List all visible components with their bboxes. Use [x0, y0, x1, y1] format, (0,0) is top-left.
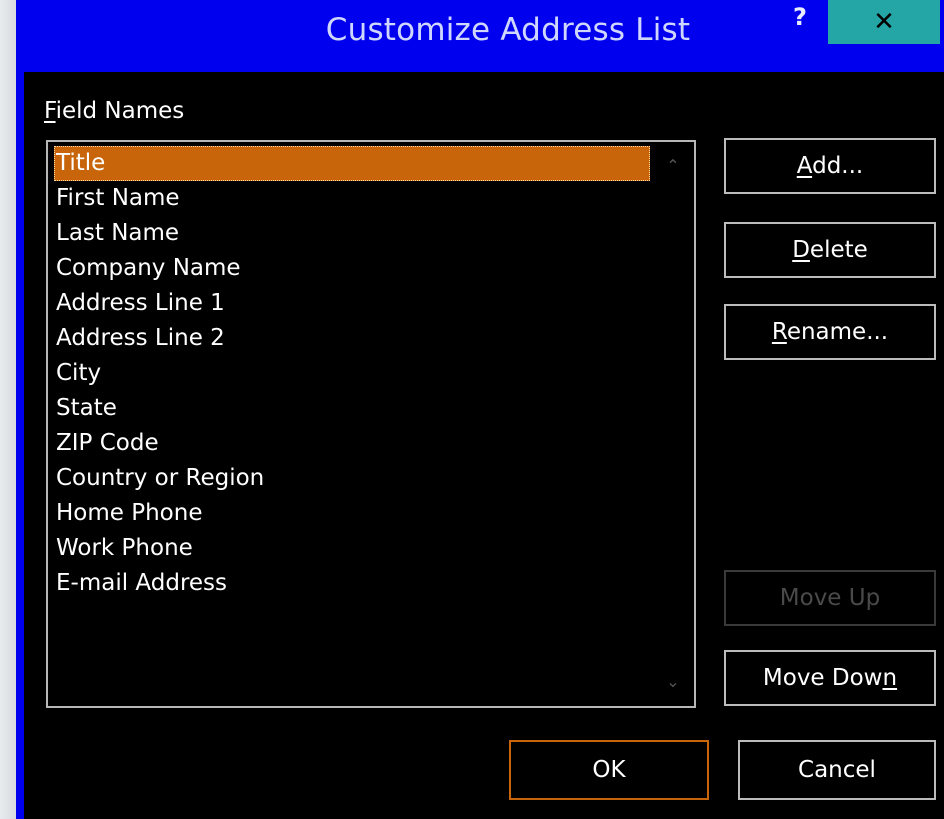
field-names-label: Field Names — [44, 98, 184, 124]
list-item[interactable]: Company Name — [54, 251, 650, 286]
list-item[interactable]: Last Name — [54, 216, 650, 251]
title-bar[interactable]: Customize Address List ? ✕ — [16, 0, 944, 72]
field-names-listbox[interactable]: Title First Name Last Name Company Name Addr… — [46, 140, 696, 708]
delete-label: elete — [809, 237, 868, 263]
dialog-body: Field Names Title First Name Last Name Comp… — [24, 72, 944, 819]
close-button[interactable]: ✕ — [828, 0, 940, 44]
list-item[interactable]: Home Phone — [54, 496, 650, 531]
rename-accel: R — [771, 319, 787, 345]
field-names-accel: F — [44, 98, 56, 124]
chevron-up-icon[interactable]: ⌃ — [662, 156, 684, 176]
rename-label: ename... — [786, 319, 889, 345]
list-item[interactable]: Work Phone — [54, 531, 650, 566]
list-item[interactable]: Address Line 2 — [54, 321, 650, 356]
move-down-button[interactable]: Move Down — [724, 650, 936, 706]
list-item[interactable]: Country or Region — [54, 461, 650, 496]
dialog-window: Customize Address List ? ✕ Field Names T… — [0, 0, 944, 819]
list-item[interactable]: Address Line 1 — [54, 286, 650, 321]
list-item[interactable]: Title — [54, 146, 650, 181]
add-accel: A — [796, 153, 813, 179]
window-left-edge — [0, 0, 16, 819]
close-icon: ✕ — [873, 7, 895, 37]
rename-button[interactable]: Rename... — [724, 304, 936, 360]
delete-button[interactable]: Delete — [724, 222, 936, 278]
list-item[interactable]: ZIP Code — [54, 426, 650, 461]
field-names-items: Title First Name Last Name Company Name Addr… — [54, 146, 650, 601]
list-item[interactable]: City — [54, 356, 650, 391]
field-names-label-rest: ield Names — [55, 98, 185, 124]
list-item[interactable]: E-mail Address — [54, 566, 650, 601]
ok-button[interactable]: OK — [509, 740, 709, 800]
list-item[interactable]: First Name — [54, 181, 650, 216]
list-item[interactable]: State — [54, 391, 650, 426]
add-button[interactable]: Add... — [724, 138, 936, 194]
help-button[interactable]: ? — [780, 0, 820, 42]
add-label: dd... — [812, 153, 864, 179]
move-down-label: Move Dow — [762, 665, 883, 691]
chevron-down-icon[interactable]: ⌄ — [662, 672, 684, 692]
cancel-button[interactable]: Cancel — [738, 740, 936, 800]
move-up-button[interactable]: Move Up — [724, 570, 936, 626]
delete-accel: D — [792, 237, 810, 263]
move-down-accel: n — [882, 665, 898, 691]
list-scrollbar[interactable]: ⌃ ⌄ — [652, 142, 694, 706]
